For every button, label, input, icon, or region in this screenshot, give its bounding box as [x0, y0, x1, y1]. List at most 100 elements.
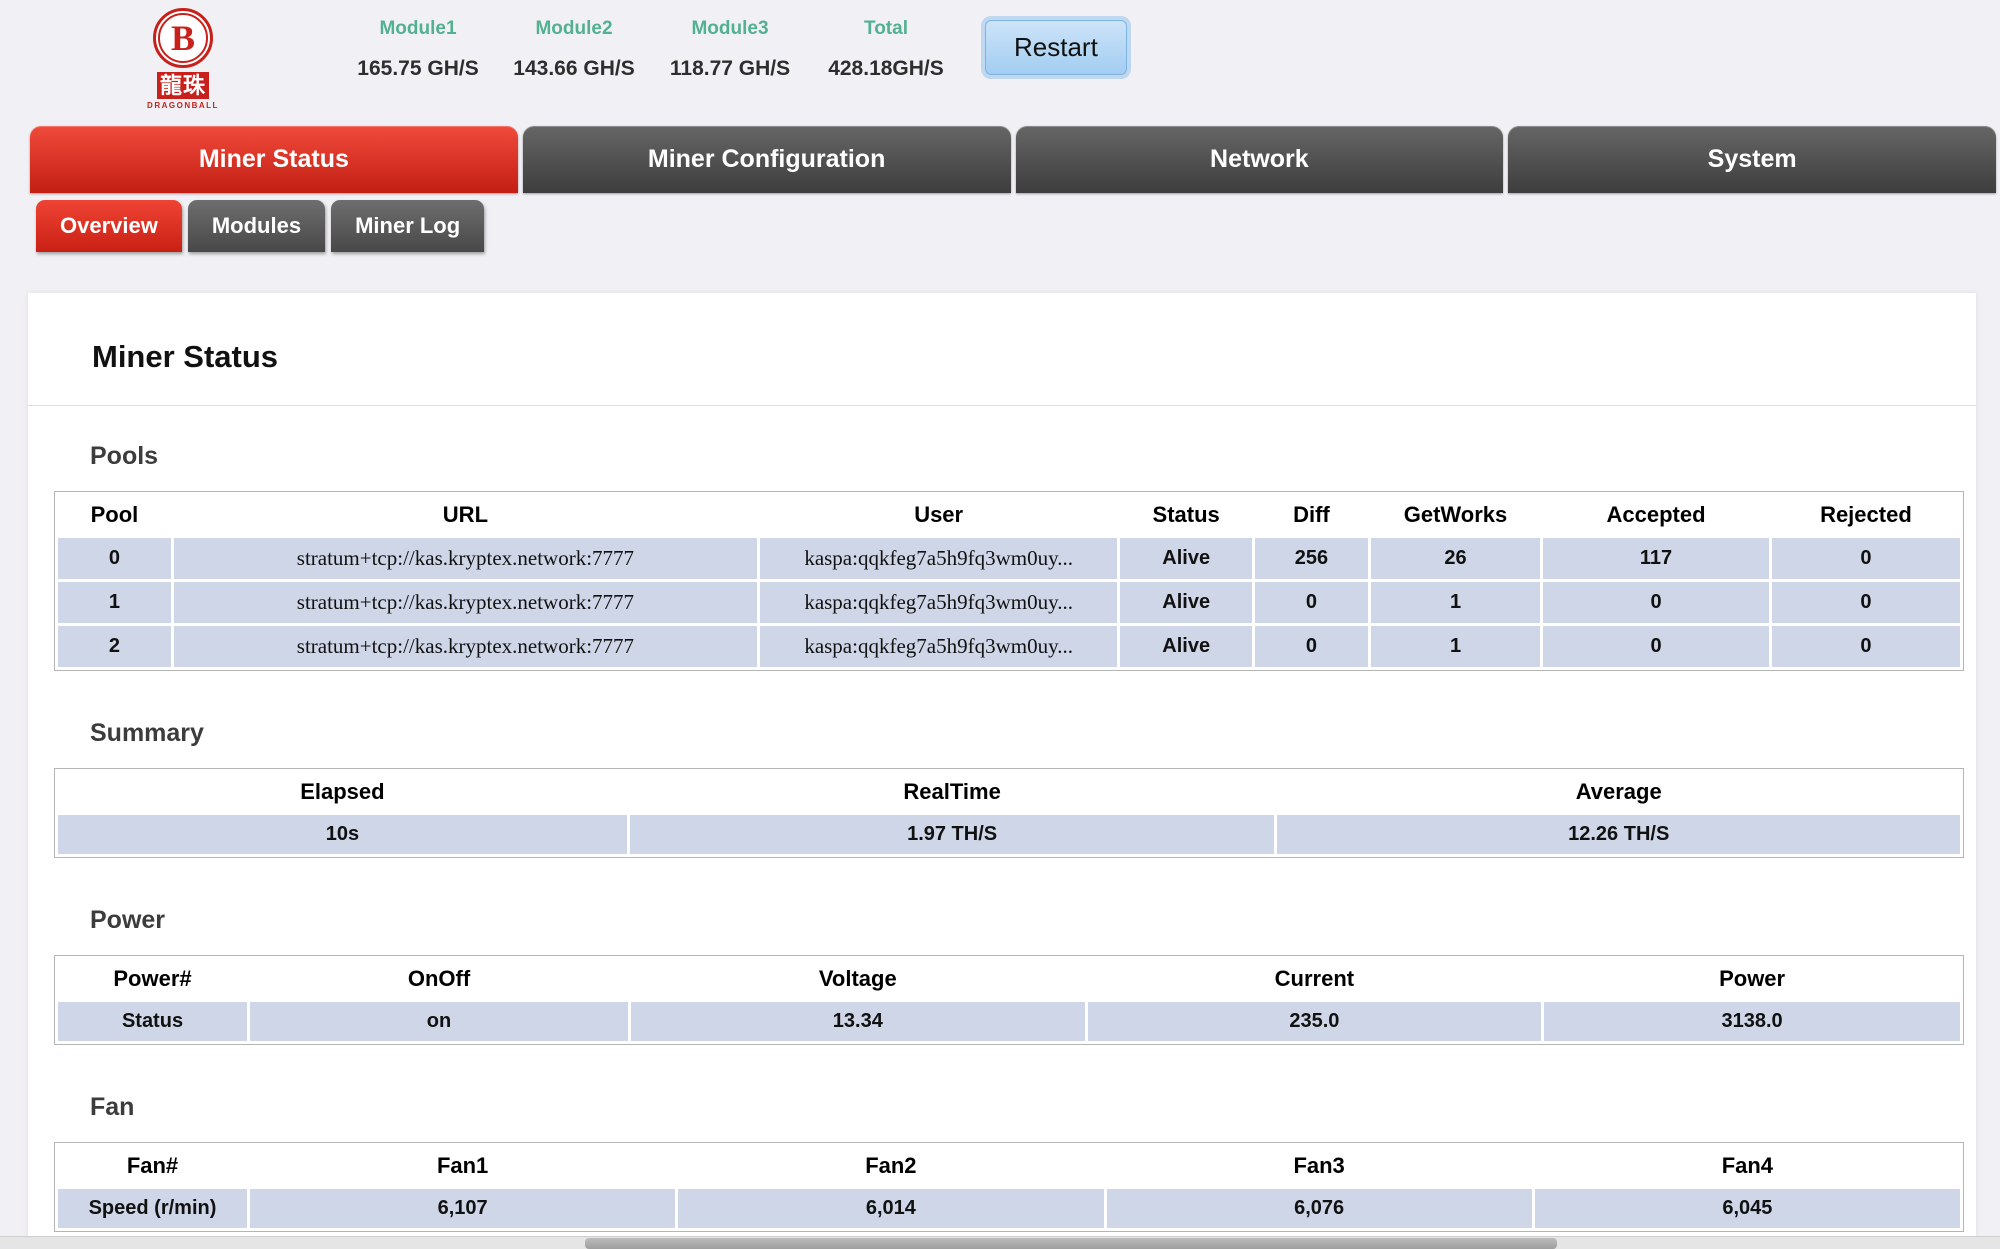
table-cell: 6,107 — [250, 1189, 676, 1228]
stat-label: Module1 — [379, 18, 457, 39]
table-cell: stratum+tcp://kas.kryptex.network:7777 — [173, 538, 757, 579]
table-cell: Alive — [1120, 626, 1252, 667]
column-header: Average — [1277, 772, 1960, 812]
table-cell: 6,076 — [1106, 1189, 1532, 1228]
main-nav-tabs: Miner Status Miner Configuration Network… — [30, 126, 1996, 193]
column-header: Status — [1120, 495, 1252, 535]
table-cell: stratum+tcp://kas.kryptex.network:7777 — [173, 626, 757, 667]
table-cell: kaspa:qqkfeg7a5h9fq3wm0uy... — [759, 582, 1118, 623]
table-cell: 1 — [1370, 582, 1541, 623]
horizontal-scrollbar-thumb[interactable] — [585, 1238, 1557, 1249]
column-header: User — [759, 495, 1118, 535]
tab-miner-configuration[interactable]: Miner Configuration — [522, 126, 1011, 193]
table-cell: 117 — [1543, 538, 1769, 579]
logo-inner-ring: B — [158, 13, 208, 63]
tab-network[interactable]: Network — [1015, 126, 1504, 193]
logo-chinese-text: 龍珠 — [156, 72, 209, 99]
column-header: Fan# — [58, 1146, 247, 1186]
table-cell: 12.26 TH/S — [1277, 815, 1960, 854]
stat-value: 428.18GH/S — [828, 57, 944, 80]
summary-table: Elapsed RealTime Average 10s 1.97 TH/S 12.26 … — [55, 769, 1963, 857]
logo-letter: B — [170, 18, 195, 58]
table-cell: 256 — [1255, 538, 1368, 579]
table-cell: 3138.0 — [1544, 1002, 1960, 1041]
table-cell: 0 — [1255, 626, 1368, 667]
table-header-row: Pool URL User Status Diff GetWorks Accepted Rej… — [58, 495, 1960, 535]
table-cell: kaspa:qqkfeg7a5h9fq3wm0uy... — [759, 538, 1118, 579]
restart-button[interactable]: Restart — [985, 20, 1127, 75]
column-header: Diff — [1255, 495, 1368, 535]
column-header: Voltage — [631, 959, 1085, 999]
table-cell: 0 — [1771, 626, 1960, 667]
table-cell: kaspa:qqkfeg7a5h9fq3wm0uy... — [759, 626, 1118, 667]
table-header-row: Fan# Fan1 Fan2 Fan3 Fan4 — [58, 1146, 1960, 1186]
subtab-miner-log[interactable]: Miner Log — [331, 200, 485, 252]
tab-miner-status[interactable]: Miner Status — [30, 126, 518, 193]
subtab-modules[interactable]: Modules — [187, 200, 326, 252]
summary-table-container: Elapsed RealTime Average 10s 1.97 TH/S 12.26 … — [54, 768, 1964, 858]
table-cell: 13.34 — [631, 1002, 1085, 1041]
fan-table: Fan# Fan1 Fan2 Fan3 Fan4 Speed (r/min) 6,107 6,… — [55, 1143, 1963, 1231]
column-header: URL — [173, 495, 757, 535]
logo-subtitle: DRAGONBALL — [147, 101, 219, 110]
power-table-container: Power# OnOff Voltage Current Power Status on 13… — [54, 955, 1964, 1045]
table-cell: Speed (r/min) — [58, 1189, 247, 1228]
pools-table-container: Pool URL User Status Diff GetWorks Accepted Rej… — [54, 491, 1964, 671]
table-cell: 0 — [1255, 582, 1368, 623]
fan-table-container: Fan# Fan1 Fan2 Fan3 Fan4 Speed (r/min) 6,107 6,… — [54, 1142, 1964, 1232]
column-header: Current — [1087, 959, 1542, 999]
stat-module1: Module1 165.75 GH/S — [340, 18, 496, 81]
table-cell: Alive — [1120, 538, 1252, 579]
content-card: Miner Status Pools Pool URL User Status Diff… — [28, 293, 1976, 1249]
table-header-row: Power# OnOff Voltage Current Power — [58, 959, 1960, 999]
subtab-overview[interactable]: Overview — [36, 200, 182, 252]
table-header-row: Elapsed RealTime Average — [58, 772, 1960, 812]
section-label-power: Power — [90, 906, 166, 934]
section-label-fan: Fan — [90, 1093, 135, 1121]
table-row: 0 stratum+tcp://kas.kryptex.network:7777 k… — [58, 538, 1960, 579]
table-cell: 10s — [58, 815, 627, 854]
stat-module2: Module2 143.66 GH/S — [496, 18, 652, 81]
pools-table: Pool URL User Status Diff GetWorks Accepted Rej… — [55, 492, 1963, 670]
table-cell: 26 — [1370, 538, 1541, 579]
table-row: Status on 13.34 235.0 3138.0 — [58, 1002, 1960, 1041]
column-header: Elapsed — [58, 772, 627, 812]
stat-total: Total 428.18GH/S — [808, 18, 964, 81]
tab-system[interactable]: System — [1508, 126, 1996, 193]
table-cell: 1 — [58, 582, 171, 623]
table-cell: 0 — [1543, 626, 1769, 667]
table-cell: 235.0 — [1087, 1002, 1542, 1041]
table-cell: 0 — [1771, 538, 1960, 579]
table-cell: 0 — [1771, 582, 1960, 623]
section-label-summary: Summary — [90, 719, 204, 747]
table-row: Speed (r/min) 6,107 6,014 6,076 6,045 — [58, 1189, 1960, 1228]
stat-value: 118.77 GH/S — [669, 57, 791, 80]
table-cell: 1 — [1370, 626, 1541, 667]
table-cell: 1.97 TH/S — [629, 815, 1275, 854]
power-table: Power# OnOff Voltage Current Power Status on 13… — [55, 956, 1963, 1044]
table-cell: 0 — [1543, 582, 1769, 623]
column-header: Fan1 — [250, 1146, 676, 1186]
table-cell: 6,014 — [678, 1189, 1104, 1228]
table-cell: 0 — [58, 538, 171, 579]
column-header: Pool — [58, 495, 171, 535]
logo-ring-icon: B — [153, 8, 213, 68]
table-row: 1 stratum+tcp://kas.kryptex.network:7777 k… — [58, 582, 1960, 623]
horizontal-scrollbar[interactable] — [0, 1236, 2000, 1249]
column-header: RealTime — [629, 772, 1275, 812]
table-cell: 2 — [58, 626, 171, 667]
table-cell: stratum+tcp://kas.kryptex.network:7777 — [173, 582, 757, 623]
column-header: GetWorks — [1370, 495, 1541, 535]
stat-label: Module2 — [535, 18, 613, 39]
stat-label: Module3 — [691, 18, 769, 39]
stat-label: Total — [864, 18, 908, 39]
stat-module3: Module3 118.77 GH/S — [652, 18, 808, 81]
stat-value: 143.66 GH/S — [513, 57, 635, 80]
column-header: Accepted — [1543, 495, 1769, 535]
column-header: OnOff — [250, 959, 628, 999]
table-cell: Status — [58, 1002, 247, 1041]
header: B 龍珠 DRAGONBALL Module1 165.75 GH/S Modu… — [0, 0, 2000, 125]
stat-value: 165.75 GH/S — [357, 57, 479, 80]
section-label-pools: Pools — [90, 442, 159, 470]
page-title: Miner Status — [92, 339, 279, 374]
